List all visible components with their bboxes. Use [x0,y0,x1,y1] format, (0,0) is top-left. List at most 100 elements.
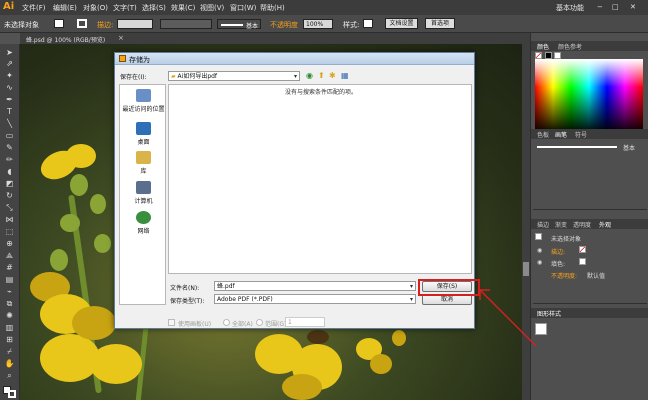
rectangle-tool-icon[interactable]: ▭ [4,131,15,140]
blob-brush-tool-icon[interactable]: ◖ [4,167,15,176]
filetype-select[interactable]: Adobe PDF (*.PDF) ▾ [214,294,416,304]
graphic-style-swatch[interactable] [363,19,373,28]
up-folder-icon[interactable]: ⬆ [318,71,325,80]
menu-edit[interactable]: 编辑(E) [53,3,77,13]
tab-color-guide[interactable]: 颜色参考 [558,42,582,51]
column-graph-tool-icon[interactable]: ▥ [4,323,15,332]
tab-symbols[interactable]: 符号 [575,130,587,139]
view-menu-icon[interactable]: ▦ [341,71,349,80]
document-setup-button[interactable]: 文档设置 [385,18,418,29]
menu-file[interactable]: 文件(F) [22,3,46,13]
tab-brushes[interactable]: 画笔 [555,130,567,139]
eyedropper-tool-icon[interactable]: ⌁ [4,287,15,296]
symbol-sprayer-tool-icon[interactable]: ✺ [4,311,15,320]
artboard-tool-icon[interactable]: ⊞ [4,335,15,344]
opacity-label[interactable]: 不透明度 [270,20,298,30]
eraser-tool-icon[interactable]: ◩ [4,179,15,188]
rotate-tool-icon[interactable]: ↻ [4,191,15,200]
menu-view[interactable]: 视图(V) [200,3,224,13]
tab-color[interactable]: 颜色 [537,42,549,51]
hand-tool-icon[interactable]: ✋ [4,359,15,368]
fill-swatch[interactable] [54,19,64,28]
width-tool-icon[interactable]: ⋈ [4,215,15,224]
close-document-icon[interactable]: × [118,34,124,42]
range-input[interactable]: 1 [285,317,325,327]
slice-tool-icon[interactable]: ⌿ [4,347,15,356]
tab-appearance[interactable]: 外观 [599,220,611,229]
place-library[interactable]: 库 [120,151,167,175]
none-color-icon[interactable] [535,52,542,59]
menu-help[interactable]: 帮助(H) [260,3,285,13]
all-radio[interactable] [223,319,230,326]
tab-transparency[interactable]: 透明度 [573,220,591,229]
tab-swatches[interactable]: 色板 [537,130,549,139]
tab-graphic-styles[interactable]: 图形样式 [537,309,561,318]
appearance-stroke-swatch[interactable] [579,246,586,253]
color-spectrum[interactable] [535,59,643,129]
magic-wand-tool-icon[interactable]: ✦ [4,71,15,80]
zoom-tool-icon[interactable]: ⌕ [4,371,15,380]
filename-input[interactable]: 蜂.pdf ▾ [214,281,416,291]
place-recent[interactable]: 最近访问的位置 [120,89,167,113]
range-radio[interactable] [256,319,263,326]
visibility-eye-icon[interactable]: ◉ [537,247,542,254]
appearance-fill-label[interactable]: 填色: [551,259,565,268]
flower-petal [90,344,142,384]
blend-tool-icon[interactable]: ⧉ [4,299,15,308]
dialog-title-bar[interactable]: 存储为 [115,53,474,65]
paintbrush-tool-icon[interactable]: ✎ [4,143,15,152]
menu-window[interactable]: 窗口(W) [230,3,256,13]
appearance-stroke-label[interactable]: 描边: [551,247,565,256]
close-window-button[interactable]: ✕ [630,3,636,11]
maximize-button[interactable]: □ [612,3,619,11]
pencil-tool-icon[interactable]: ✏ [4,155,15,164]
menu-type[interactable]: 文字(T) [113,3,137,13]
type-tool-icon[interactable]: T [4,107,15,116]
appearance-fill-swatch[interactable] [579,258,586,265]
place-network[interactable]: 网络 [120,211,167,235]
opacity-field[interactable]: 100% [303,19,333,29]
tab-gradient[interactable]: 渐变 [555,220,567,229]
shape-builder-tool-icon[interactable]: ⊕ [4,239,15,248]
brush-definition-dropdown[interactable]: 基本 [217,19,261,30]
tab-stroke[interactable]: 描边 [537,220,549,229]
filetype-label: 保存类型(T): [170,298,205,305]
stroke-label[interactable]: 描边: [97,20,113,30]
use-artboards-checkbox[interactable] [168,319,175,326]
direct-selection-tool-icon[interactable]: ⇗ [4,59,15,68]
place-computer[interactable]: 计算机 [120,181,167,205]
white-color-chip[interactable] [554,52,561,59]
basic-brush-preview[interactable] [537,146,617,148]
line-tool-icon[interactable]: ╲ [4,119,15,128]
preferences-button[interactable]: 首选项 [425,18,455,29]
minimize-button[interactable]: − [597,3,603,11]
gradient-tool-icon[interactable]: ▤ [4,275,15,284]
stroke-weight-dropdown[interactable] [117,19,153,29]
right-panel-dock: 颜色 颜色参考 色板 画笔 符号 基本 描边 渐变 透明度 外观 未选择对象 ◉… [530,33,648,400]
perspective-grid-tool-icon[interactable]: ⟁ [4,251,15,260]
pen-tool-icon[interactable]: ✒ [4,95,15,104]
file-list[interactable]: 没有与搜索条件匹配的项。 [168,84,472,274]
selection-tool-icon[interactable]: ➤ [4,48,15,57]
stroke-swatch[interactable] [77,19,87,28]
scale-tool-icon[interactable]: ⤡ [4,203,15,212]
workspace-switcher[interactable]: 基本功能 [556,3,584,13]
scrollbar-thumb[interactable] [523,262,529,276]
toolbar-stroke-swatch[interactable] [8,390,16,398]
variable-width-dropdown[interactable] [160,19,212,29]
free-transform-tool-icon[interactable]: ⬚ [4,227,15,236]
black-color-chip[interactable] [545,52,552,59]
visibility-eye-icon[interactable]: ◉ [537,259,542,266]
menu-select[interactable]: 选择(S) [142,3,166,13]
save-in-dropdown[interactable]: ▰ Ai如何导出pdf ▾ [168,71,300,81]
menu-effect[interactable]: 效果(C) [171,3,195,13]
place-desktop[interactable]: 桌面 [120,122,167,146]
new-folder-icon[interactable]: ✱ [329,71,336,80]
lasso-tool-icon[interactable]: ∿ [4,83,15,92]
back-icon[interactable]: ◉ [306,71,313,80]
flower-bud [50,249,68,271]
appearance-opacity-label[interactable]: 不透明度: [551,271,577,280]
menu-object[interactable]: 对象(O) [83,3,108,13]
document-tab[interactable]: 蜂.psd @ 100% (RGB/预览) × [20,33,530,44]
mesh-tool-icon[interactable]: # [4,263,15,272]
